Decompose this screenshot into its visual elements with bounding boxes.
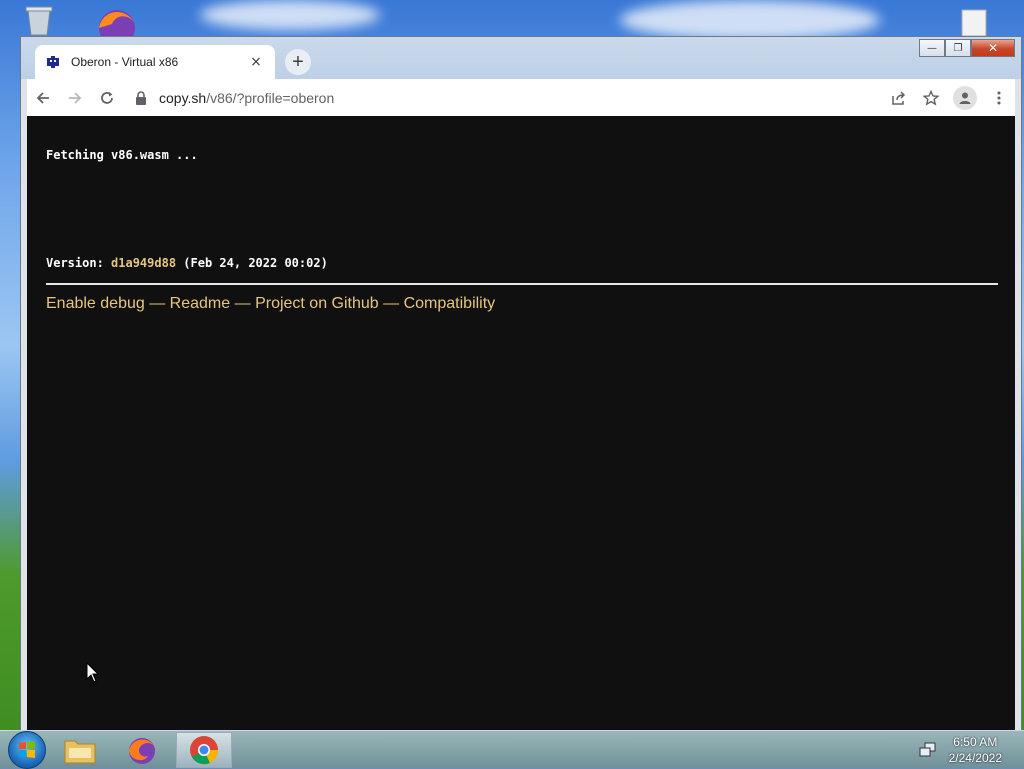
footer-links: Enable debug — Readme — Project on Githu… xyxy=(46,295,495,313)
version-hash-link[interactable]: d1a949d88 xyxy=(111,256,176,270)
url-host: copy.sh xyxy=(159,89,207,106)
menu-button[interactable] xyxy=(983,82,1015,114)
forward-button[interactable] xyxy=(59,82,91,114)
desktop-cloud xyxy=(620,0,880,40)
new-tab-button[interactable]: + xyxy=(285,49,311,75)
browser-window: Oberon - Virtual x86 × + — ❐ ✕ copy.sh/v… xyxy=(20,36,1022,732)
start-button[interactable] xyxy=(8,731,46,769)
page-content: Fetching v86.wasm ... Version: d1a949d88… xyxy=(27,116,1015,731)
loading-status: Fetching v86.wasm ... xyxy=(46,148,198,162)
taskbar: 6:50 AM 2/24/2022 xyxy=(0,730,1024,769)
profile-avatar[interactable] xyxy=(953,85,977,110)
taskbar-firefox[interactable] xyxy=(114,732,170,768)
star-icon xyxy=(923,89,939,106)
windows-logo-icon xyxy=(19,741,35,758)
taskbar-file-explorer[interactable] xyxy=(52,732,108,768)
mouse-cursor-icon xyxy=(86,661,100,688)
network-icon[interactable] xyxy=(917,739,939,761)
version-label: Version: xyxy=(46,256,104,270)
tab-strip: Oberon - Virtual x86 × + — ❐ ✕ xyxy=(21,37,1021,79)
readme-link[interactable]: Readme xyxy=(170,295,230,312)
more-vert-icon xyxy=(997,91,1001,104)
version-date: (Feb 24, 2022 00:02) xyxy=(183,256,328,270)
reload-icon xyxy=(101,91,113,104)
share-icon xyxy=(892,90,906,105)
person-icon xyxy=(959,92,971,104)
desktop-cloud xyxy=(200,0,380,30)
reload-button[interactable] xyxy=(91,82,123,114)
link-separator: — xyxy=(234,295,251,312)
toolbar-actions xyxy=(883,82,1015,114)
clock-time: 6:50 AM xyxy=(953,735,998,749)
browser-toolbar: copy.sh/v86/?profile=oberon xyxy=(27,79,1015,116)
bookmark-button[interactable] xyxy=(915,82,947,114)
taskbar-chrome[interactable] xyxy=(176,732,232,768)
clock-date: 2/24/2022 xyxy=(948,751,1002,765)
link-separator: — xyxy=(149,295,166,312)
firefox-icon xyxy=(129,738,155,764)
browser-tab[interactable]: Oberon - Virtual x86 × xyxy=(35,45,275,79)
minimize-button[interactable]: — xyxy=(919,39,945,57)
forward-arrow-icon xyxy=(69,91,82,104)
close-button[interactable]: ✕ xyxy=(971,39,1015,57)
url-path: /v86/?profile=oberon xyxy=(206,89,335,106)
folder-icon xyxy=(64,740,96,764)
restore-button[interactable]: ❐ xyxy=(945,39,971,57)
horizontal-rule xyxy=(46,283,998,285)
github-link[interactable]: Project on Github xyxy=(255,295,379,312)
recycle-bin-icon[interactable] xyxy=(22,4,56,40)
v86-favicon-icon xyxy=(45,54,61,70)
compatibility-link[interactable]: Compatibility xyxy=(404,295,496,312)
clock[interactable]: 6:50 AM 2/24/2022 xyxy=(939,734,1024,766)
version-line: Version: d1a949d88 (Feb 24, 2022 00:02) xyxy=(46,256,328,270)
back-button[interactable] xyxy=(27,82,59,114)
back-arrow-icon xyxy=(36,91,49,104)
enable-debug-link[interactable]: Enable debug xyxy=(46,295,145,312)
tab-title: Oberon - Virtual x86 xyxy=(71,55,179,69)
link-separator: — xyxy=(383,295,400,312)
tab-close-icon[interactable]: × xyxy=(247,54,265,70)
share-button[interactable] xyxy=(883,82,915,114)
address-bar[interactable]: copy.sh/v86/?profile=oberon xyxy=(129,84,877,112)
system-tray: 6:50 AM 2/24/2022 xyxy=(917,731,1024,769)
lock-icon[interactable] xyxy=(135,90,149,105)
chrome-icon xyxy=(190,736,219,765)
window-controls: — ❐ ✕ xyxy=(919,39,1015,57)
